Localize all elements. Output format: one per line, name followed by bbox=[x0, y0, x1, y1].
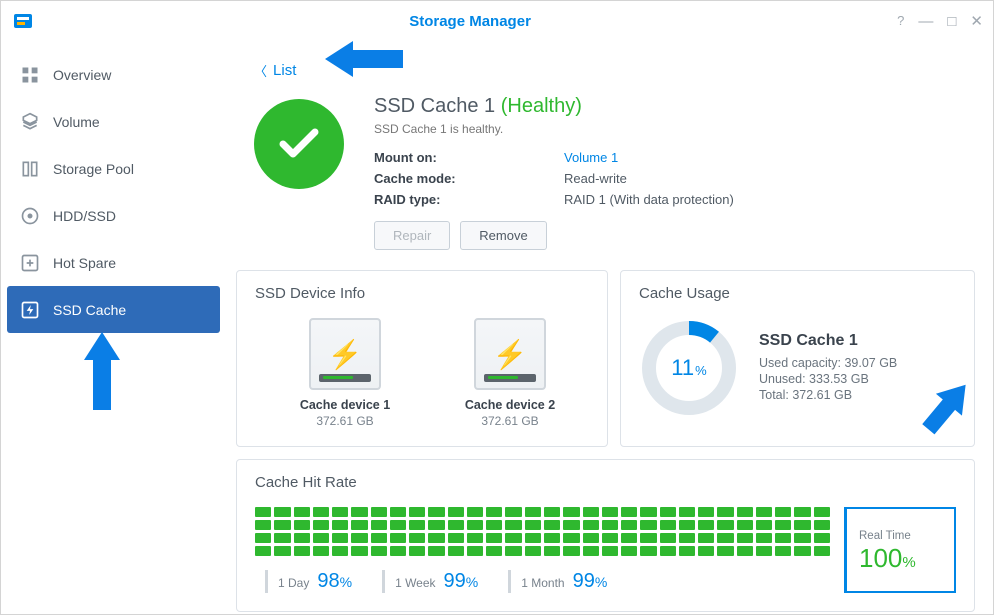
hit-stat-1week: 1 Week 99% bbox=[382, 570, 478, 593]
pool-icon bbox=[19, 158, 41, 180]
usage-title: SSD Cache 1 bbox=[759, 332, 897, 350]
minimize-icon[interactable]: — bbox=[918, 14, 933, 29]
titlebar: Storage Manager ? — □ ✕ bbox=[1, 1, 993, 41]
panel-title: Cache Hit Rate bbox=[255, 474, 956, 491]
help-icon[interactable]: ? bbox=[897, 14, 904, 29]
plus-icon bbox=[19, 252, 41, 274]
cache-header: SSD Cache 1 (Healthy) SSD Cache 1 is hea… bbox=[236, 95, 975, 270]
cache-title: SSD Cache 1 (Healthy) bbox=[374, 95, 957, 118]
bolt-icon bbox=[19, 299, 41, 321]
window-title: Storage Manager bbox=[43, 13, 897, 30]
sidebar-item-label: Overview bbox=[53, 67, 111, 83]
hit-stat-1month: 1 Month 99% bbox=[508, 570, 607, 593]
app-icon bbox=[11, 9, 35, 33]
window-controls: ? — □ ✕ bbox=[897, 14, 983, 29]
sidebar-item-label: Hot Spare bbox=[53, 255, 116, 271]
donut-chart: 11% bbox=[639, 318, 739, 418]
sidebar-item-hot-spare[interactable]: Hot Spare bbox=[1, 239, 226, 286]
panel-title: SSD Device Info bbox=[255, 285, 589, 302]
prop-cache-mode: Cache mode: Read-write bbox=[374, 171, 957, 186]
volume-icon bbox=[19, 111, 41, 133]
sidebar-item-label: HDD/SSD bbox=[53, 208, 116, 224]
ssd-icon: ⚡ bbox=[309, 318, 381, 390]
repair-button[interactable]: Repair bbox=[374, 221, 450, 250]
disk-icon bbox=[19, 205, 41, 227]
sidebar-item-ssd-cache[interactable]: SSD Cache bbox=[7, 286, 220, 333]
maximize-icon[interactable]: □ bbox=[947, 14, 956, 29]
device-item[interactable]: ⚡ Cache device 2 372.61 GB bbox=[450, 318, 570, 428]
panel-hit-rate: Cache Hit Rate 1 Day 98% 1 Week 99% bbox=[236, 459, 975, 612]
sidebar-item-hdd-ssd[interactable]: HDD/SSD bbox=[1, 192, 226, 239]
cache-subtext: SSD Cache 1 is healthy. bbox=[374, 122, 957, 136]
hit-rate-grid bbox=[255, 507, 830, 556]
health-status-icon bbox=[254, 99, 344, 189]
sidebar: Overview Volume Storage Pool HDD/SSD Hot… bbox=[1, 41, 226, 614]
prop-mount: Mount on: Volume 1 bbox=[374, 150, 957, 165]
panel-title: Cache Usage bbox=[639, 285, 956, 302]
sidebar-item-storage-pool[interactable]: Storage Pool bbox=[1, 145, 226, 192]
unused-capacity: Unused: 333.53 GB bbox=[759, 372, 897, 386]
sidebar-item-label: SSD Cache bbox=[53, 302, 126, 318]
back-link[interactable]: 〈 List bbox=[254, 61, 975, 80]
device-item[interactable]: ⚡ Cache device 1 372.61 GB bbox=[285, 318, 405, 428]
panel-device-info: SSD Device Info ⚡ Cache device 1 372.61 … bbox=[236, 270, 608, 447]
sidebar-item-overview[interactable]: Overview bbox=[1, 51, 226, 98]
total-capacity: Total: 372.61 GB bbox=[759, 388, 897, 402]
panel-cache-usage: Cache Usage 11% SSD Cache 1 Used capac bbox=[620, 270, 975, 447]
ssd-icon: ⚡ bbox=[474, 318, 546, 390]
chevron-left-icon: 〈 bbox=[254, 61, 267, 80]
hit-stat-1day: 1 Day 98% bbox=[265, 570, 352, 593]
back-link-label: List bbox=[273, 62, 296, 79]
sidebar-item-label: Storage Pool bbox=[53, 161, 134, 177]
close-icon[interactable]: ✕ bbox=[970, 14, 983, 29]
used-capacity: Used capacity: 39.07 GB bbox=[759, 356, 897, 370]
sidebar-item-volume[interactable]: Volume bbox=[1, 98, 226, 145]
hit-stat-realtime: Real Time 100% bbox=[844, 507, 956, 593]
action-buttons: Repair Remove bbox=[374, 221, 957, 250]
overview-icon bbox=[19, 64, 41, 86]
sidebar-item-label: Volume bbox=[53, 114, 100, 130]
content: 〈 List SSD Cache 1 (Healthy) SSD Cache 1… bbox=[226, 41, 993, 614]
remove-button[interactable]: Remove bbox=[460, 221, 546, 250]
mount-link[interactable]: Volume 1 bbox=[564, 150, 618, 165]
prop-raid: RAID type: RAID 1 (With data protection) bbox=[374, 192, 957, 207]
